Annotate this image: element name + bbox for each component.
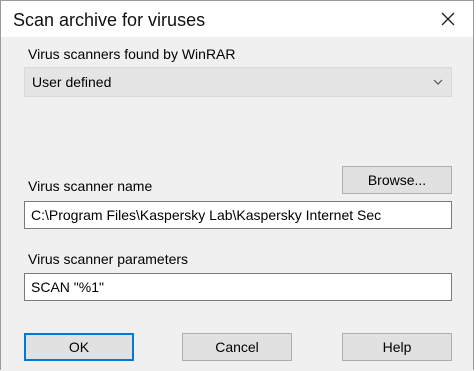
- virus-scanner-name-label: Virus scanner name: [28, 178, 153, 194]
- virus-scanner-parameters-field[interactable]: SCAN "%1": [24, 273, 452, 301]
- ok-button[interactable]: OK: [24, 333, 134, 361]
- help-button[interactable]: Help: [342, 333, 452, 361]
- close-button[interactable]: [431, 5, 465, 33]
- virus-scanners-label: Virus scanners found by WinRAR: [28, 46, 236, 62]
- dialog-title: Scan archive for viruses: [13, 10, 206, 30]
- virus-scanners-dropdown[interactable]: User defined: [24, 67, 452, 97]
- scan-archive-dialog: Scan archive for viruses Virus scanners …: [0, 0, 474, 371]
- close-icon: [441, 12, 455, 26]
- browse-button[interactable]: Browse...: [342, 166, 452, 194]
- cancel-button[interactable]: Cancel: [182, 333, 292, 361]
- virus-scanner-name-field[interactable]: C:\Program Files\Kaspersky Lab\Kaspersky…: [24, 201, 452, 229]
- chevron-down-icon: [433, 79, 443, 85]
- title-bar: Scan archive for viruses: [1, 1, 473, 37]
- virus-scanner-parameters-label: Virus scanner parameters: [28, 251, 189, 267]
- virus-scanners-selected: User defined: [32, 74, 112, 90]
